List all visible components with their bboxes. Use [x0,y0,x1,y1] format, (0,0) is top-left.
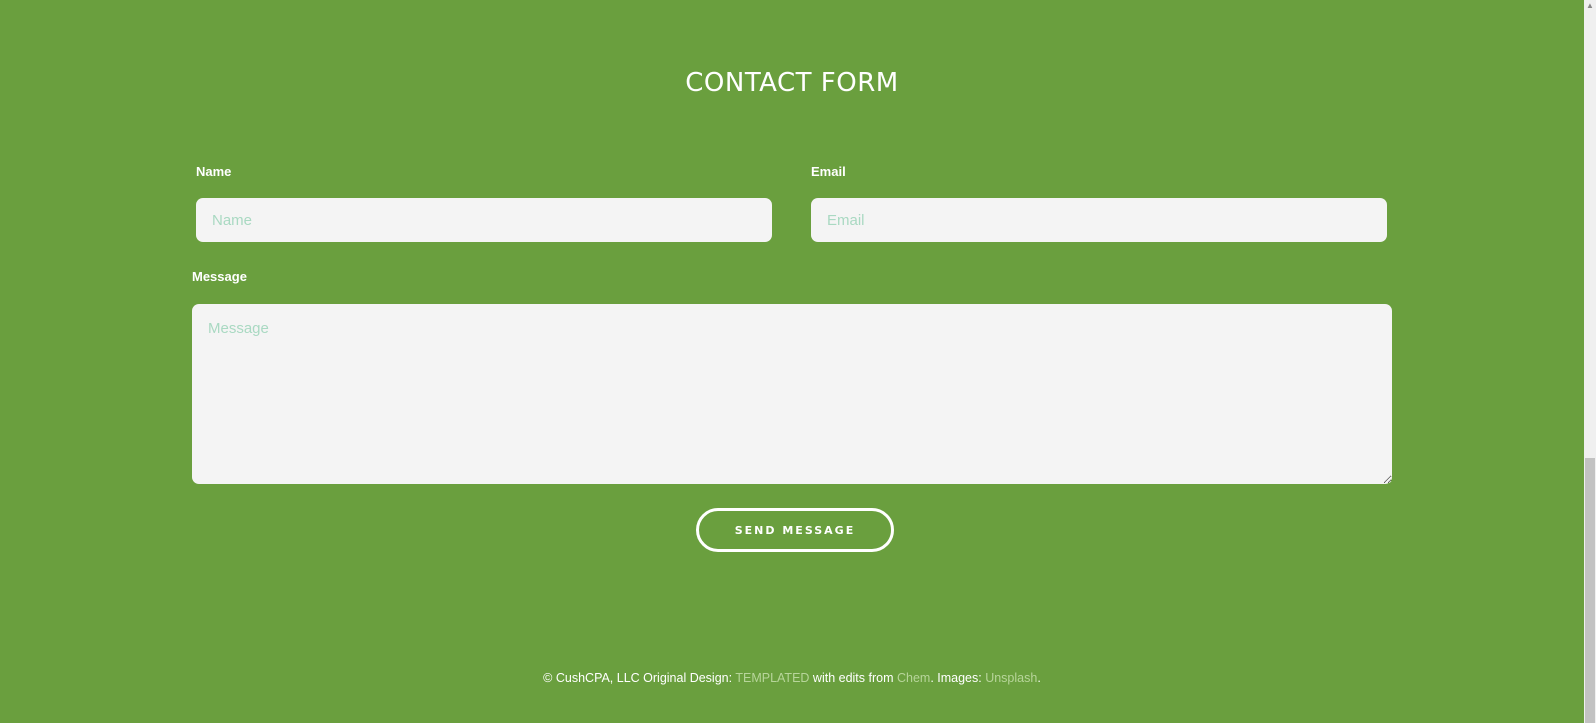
scroll-thumb[interactable] [1585,458,1595,723]
up-arrow-icon[interactable]: ▲ [1584,0,1596,12]
footer-text-images: . Images: [930,671,986,685]
send-message-button[interactable]: SEND MESSAGE [696,508,894,552]
name-label: Name [196,164,232,179]
footer: © CushCPA, LLC Original Design: TEMPLATE… [0,671,1584,685]
page-title: CONTACT FORM [685,68,899,98]
footer-text-edits: with edits from [809,671,897,685]
footer-link-templated[interactable]: TEMPLATED [735,671,809,685]
page: CONTACT FORM Name Email Message SEND MES… [0,0,1596,723]
message-label: Message [192,269,247,284]
name-input[interactable] [196,198,772,242]
footer-link-unsplash[interactable]: Unsplash [985,671,1037,685]
message-textarea[interactable] [192,304,1392,484]
email-label: Email [811,164,846,179]
footer-suffix: . [1037,671,1041,685]
footer-copyright: © CushCPA, LLC Original Design: [543,671,736,685]
scrollbar[interactable]: ▲ [1584,0,1596,723]
footer-link-chem[interactable]: Chem [897,671,930,685]
email-input[interactable] [811,198,1387,242]
